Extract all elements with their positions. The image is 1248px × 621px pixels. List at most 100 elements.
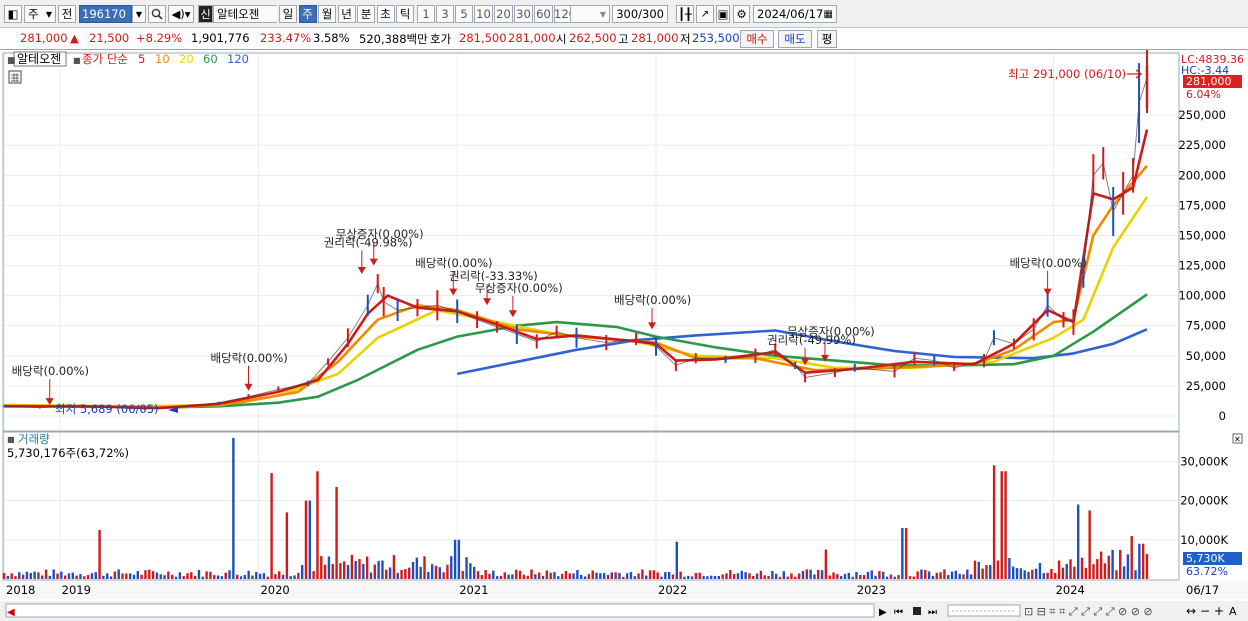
volume-bar: [920, 569, 923, 579]
candle-chart-icon[interactable]: ┃╂: [676, 5, 694, 23]
volume-bar: [515, 569, 518, 579]
volume-bar: [794, 576, 797, 579]
volume-bar: [201, 576, 204, 579]
period-tab-6[interactable]: 틱: [396, 5, 414, 23]
skip-back-icon[interactable]: ⏮: [894, 607, 903, 618]
volume-bar: [660, 576, 663, 579]
volume-bar: [308, 500, 312, 579]
volume-bar: [346, 565, 350, 579]
scrollbar-track[interactable]: [5, 603, 875, 618]
save-icon[interactable]: ▣: [716, 5, 730, 23]
search-icon[interactable]: [148, 5, 166, 23]
auto-scale-icon[interactable]: A: [1229, 605, 1237, 618]
sell-button[interactable]: 매도: [778, 30, 812, 48]
period-tab-0[interactable]: 일: [279, 5, 297, 23]
chart-area[interactable]: 배당락(0.00%) 배당락(0.00%) 무상증자(0.00%) 권리락(-49.9…: [0, 50, 1248, 621]
volume-bar: [1084, 567, 1088, 579]
volume-bar: [664, 572, 667, 579]
volume-bar: [37, 572, 40, 579]
stop-icon[interactable]: [913, 607, 921, 615]
calendar-icon[interactable]: ▦: [824, 9, 833, 20]
zoom-out-icon[interactable]: ↔: [1186, 604, 1196, 618]
volume-bar: [339, 563, 342, 579]
volume-bar: [373, 564, 377, 579]
volume-bar: [381, 560, 384, 579]
volume-bar: [1122, 566, 1126, 579]
legend-item: 120: [227, 52, 249, 66]
period-tab-4[interactable]: 분: [357, 5, 375, 23]
scroll-left-icon[interactable]: ◀: [7, 607, 15, 618]
x-tick-label: 06/17: [1186, 583, 1219, 597]
volume-bar: [541, 575, 545, 579]
volume-bar: [713, 575, 717, 579]
interval-button-2[interactable]: 5: [455, 5, 473, 23]
interval-button-4[interactable]: 20: [494, 5, 513, 23]
legend-item: 종가 단순: [82, 52, 128, 66]
volume-bar: [729, 569, 732, 579]
volume-bar: [1019, 568, 1023, 579]
interval-button-0[interactable]: 1: [417, 5, 435, 23]
volume-bar: [274, 574, 277, 579]
interval-button-1[interactable]: 3: [436, 5, 454, 23]
interval-button-6[interactable]: 60: [534, 5, 553, 23]
period-tab-1[interactable]: 주: [298, 5, 317, 23]
volume-bar: [209, 571, 212, 579]
tools-icons[interactable]: ⊡ ⊟ ⌗ ⌗ ⤢ ⤢ ⤢ ⤢ ⊘ ⊘ ⊘: [1024, 605, 1153, 618]
date-input[interactable]: 2024/06/17 ▦: [753, 5, 837, 23]
volume-bar: [889, 574, 893, 579]
volume-bar: [488, 573, 491, 579]
volume-bar: [453, 539, 457, 579]
volume-bar: [595, 572, 598, 579]
period-tab-5[interactable]: 초: [376, 5, 395, 23]
avg-button[interactable]: 평: [817, 30, 837, 48]
volume-bar: [679, 571, 682, 579]
volume-bar: [98, 530, 101, 579]
buy-button[interactable]: 매수: [740, 30, 774, 48]
period-tab-3[interactable]: 년: [337, 5, 356, 23]
volume-bar: [469, 563, 472, 579]
volume-bar: [499, 575, 503, 579]
gear-icon[interactable]: ⚙: [733, 5, 750, 23]
volume-bar: [683, 576, 686, 579]
volume-bar: [128, 573, 132, 579]
volume-bar: [778, 576, 782, 579]
prev-button[interactable]: 전: [58, 5, 76, 23]
code-input[interactable]: 196170: [79, 5, 132, 23]
interval-custom-select[interactable]: ▼: [570, 5, 610, 23]
volume-bar: [365, 556, 369, 579]
quote-bar: 281,000 ▲ 21,500 +8.29% 1,901,776 233.47…: [0, 28, 1248, 50]
volume-bar: [774, 573, 778, 579]
volume-bar: [790, 573, 793, 579]
volume-bar: [950, 571, 954, 579]
low-annotation: 최저 5,689 (06/05): [55, 402, 159, 416]
period-tab-2[interactable]: 월: [318, 5, 336, 23]
draw-line-icon[interactable]: ↗: [696, 5, 714, 23]
volume-bar: [916, 571, 919, 579]
chart-title: 알테오젠: [17, 52, 61, 66]
count-input[interactable]: 300/300: [612, 5, 668, 23]
volume-bar: [522, 574, 526, 579]
volume-bar: [60, 571, 63, 579]
code-dropdown-chevron-icon[interactable]: ▼: [132, 5, 146, 23]
x-tick-label: 2019: [62, 583, 91, 597]
legend-item: 20: [179, 52, 194, 66]
volume-bar: [981, 568, 984, 579]
speaker-icon[interactable]: ◀)▾: [168, 5, 194, 23]
interval-button-3[interactable]: 10: [474, 5, 493, 23]
market-select[interactable]: 주 ▼: [24, 5, 56, 23]
interval-button-5[interactable]: 30: [514, 5, 533, 23]
volume-bar: [1119, 549, 1122, 579]
volume-bar: [1115, 570, 1118, 579]
volume-bar: [927, 571, 931, 579]
volume-bar: [427, 571, 430, 579]
volume-bar: [583, 576, 587, 579]
layout-icon[interactable]: ◧: [4, 5, 22, 23]
legend-item: 10: [155, 52, 170, 66]
skip-forward-icon[interactable]: ⏭: [928, 607, 937, 618]
play-icon[interactable]: ▶: [879, 607, 887, 618]
plus-icon[interactable]: +: [1214, 604, 1224, 618]
volume-bar: [300, 565, 304, 579]
volume-bar: [243, 575, 247, 579]
volume-bar: [358, 559, 361, 579]
minus-icon[interactable]: −: [1200, 604, 1210, 618]
